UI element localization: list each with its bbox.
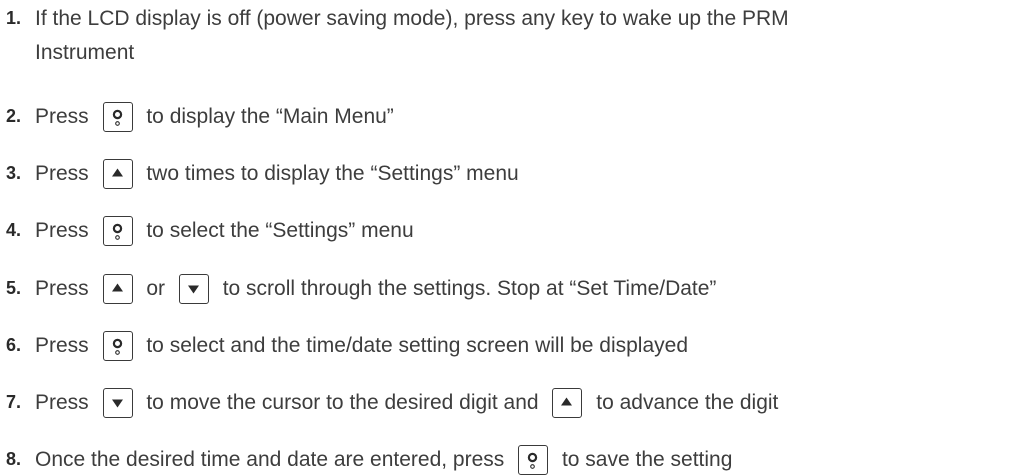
step-text-segment: Press [35, 105, 95, 128]
step-number: 4. [6, 220, 22, 240]
step-text: Press to move the cursor to the desired … [35, 387, 779, 418]
step-text: Press two times to display the “Settings… [35, 158, 519, 189]
step-text-segment: or [140, 277, 171, 300]
step-number: 5. [6, 278, 22, 298]
step-text-segment: to select the “Settings” menu [140, 219, 414, 242]
step-number: 2. [6, 106, 22, 126]
step-text-line-1: If the LCD display is off (power saving … [35, 7, 789, 30]
step-text-segment: to save the setting [556, 448, 733, 471]
step-text-segment: Press [35, 277, 95, 300]
select-icon [518, 444, 549, 475]
down-arrow-icon [102, 387, 133, 418]
step-text-segment: Press [35, 162, 95, 185]
step-text: Press or to scroll through the settings.… [35, 273, 717, 304]
step-text-segment: to display the “Main Menu” [140, 105, 394, 128]
select-icon [102, 330, 133, 361]
step-text-segment: to move the cursor to the desired digit … [140, 391, 545, 414]
step-number: 7. [6, 392, 22, 412]
step-text-segment: Press [35, 219, 95, 242]
step-text-line-2: Instrument [35, 41, 135, 64]
step-text: Once the desired time and date are enter… [35, 444, 733, 475]
step-text: Press to display the “Main Menu” [35, 101, 394, 132]
down-arrow-icon [178, 273, 209, 304]
step-text-segment: Press [35, 391, 95, 414]
step-text-segment: to scroll through the settings. Stop at … [216, 277, 717, 300]
step-text: Press to select the “Settings” menu [35, 215, 414, 246]
up-arrow-icon [102, 273, 133, 304]
step-text-segment: to select and the time/date setting scre… [140, 334, 688, 357]
step-text-segment: two times to display the “Settings” menu [140, 162, 519, 185]
up-arrow-icon [552, 387, 583, 418]
step-text: Press to select and the time/date settin… [35, 330, 688, 361]
select-icon [102, 215, 133, 246]
step-text: If the LCD display is off (power saving … [35, 4, 789, 33]
step-number: 1. [6, 8, 22, 28]
step-number: 6. [6, 335, 22, 355]
step-number: 8. [6, 449, 22, 469]
step-number: 3. [6, 163, 22, 183]
step-text-segment: Once the desired time and date are enter… [35, 448, 511, 471]
step-text-segment: Press [35, 334, 95, 357]
step-text-segment: to advance the digit [590, 391, 779, 414]
select-icon [102, 101, 133, 132]
up-arrow-icon [102, 158, 133, 189]
